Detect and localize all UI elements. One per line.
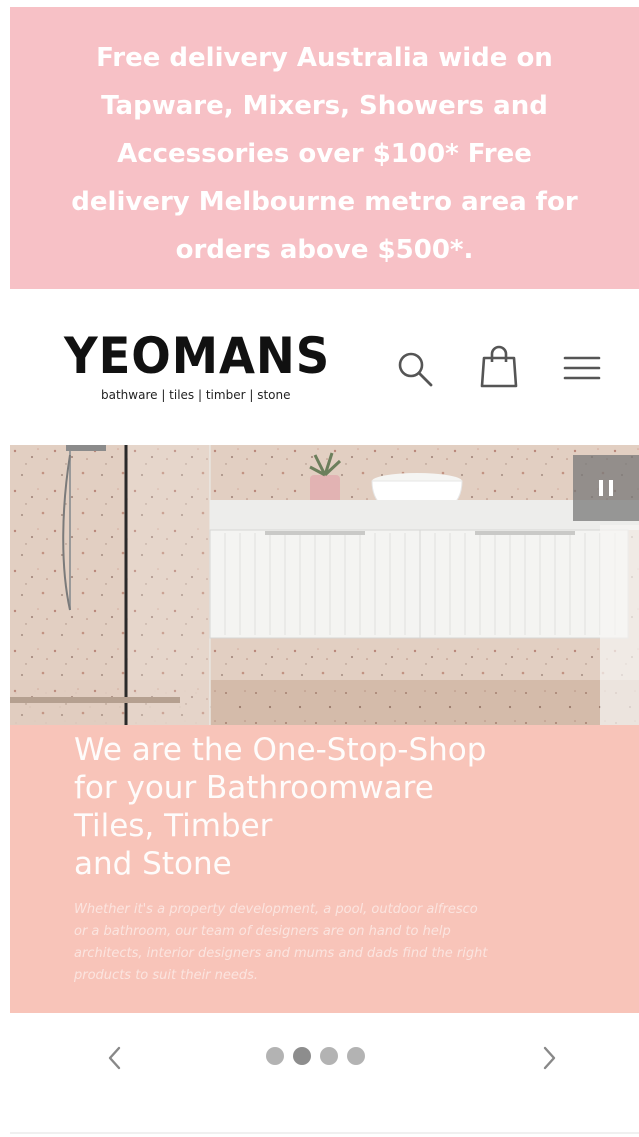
- site-header: YEOMANS bathware | tiles | timber | ston…: [0, 290, 639, 445]
- slide-heading-line: and Stone: [74, 846, 232, 882]
- next-slide-button[interactable]: [534, 1043, 564, 1073]
- slide-dot-1[interactable]: [266, 1047, 284, 1065]
- slide-description: Whether it's a property development, a p…: [74, 899, 575, 987]
- hero-image: [10, 445, 639, 725]
- chevron-left-icon: [108, 1046, 121, 1070]
- pause-icon: [609, 480, 613, 496]
- slide-text-panel: We are the One-Stop-Shop for your Bathro…: [10, 725, 639, 1013]
- slide-heading-line: Tiles, Timber: [74, 808, 273, 844]
- logo[interactable]: YEOMANS bathware | tiles | timber | ston…: [64, 326, 364, 416]
- slide-dot-3[interactable]: [320, 1047, 338, 1065]
- announcement-line: orders above $500*.: [175, 235, 474, 265]
- logo-tagline: bathware | tiles | timber | stone: [101, 388, 291, 402]
- pause-icon: [599, 480, 603, 496]
- pause-button[interactable]: [573, 455, 639, 521]
- slide-dot-2[interactable]: [293, 1047, 311, 1065]
- cart-icon[interactable]: [478, 344, 520, 390]
- announcement-line: Tapware, Mixers, Showers and: [101, 91, 548, 121]
- search-icon[interactable]: [394, 348, 436, 390]
- announcement-line: Free delivery Australia wide on: [96, 43, 553, 73]
- slide-heading-line: for your Bathroomware: [74, 770, 434, 806]
- menu-icon[interactable]: [562, 350, 602, 386]
- slide-body-line: or a bathroom, our team of designers are…: [74, 924, 451, 939]
- slide-dot-4[interactable]: [347, 1047, 365, 1065]
- logo-wordmark: YEOMANS: [64, 327, 331, 385]
- divider: [10, 1132, 639, 1134]
- announcement-line: Accessories over $100* Free: [117, 139, 532, 169]
- slideshow-controls: [10, 1013, 639, 1099]
- previous-slide-button[interactable]: [100, 1043, 130, 1073]
- chevron-right-icon: [543, 1046, 556, 1070]
- announcement-bar: Free delivery Australia wide on Tapware,…: [10, 7, 639, 289]
- slide-heading-line: We are the One-Stop-Shop: [74, 732, 487, 768]
- slide-body-line: architects, interior designers and mums …: [74, 946, 488, 961]
- slide-body-line: products to suit their needs.: [74, 968, 259, 983]
- slide-body-line: Whether it's a property development, a p…: [74, 902, 478, 917]
- slide-heading: We are the One-Stop-Shop for your Bathro…: [74, 731, 575, 883]
- announcement-line: delivery Melbourne metro area for: [71, 187, 578, 217]
- slide-dots: [266, 1047, 365, 1065]
